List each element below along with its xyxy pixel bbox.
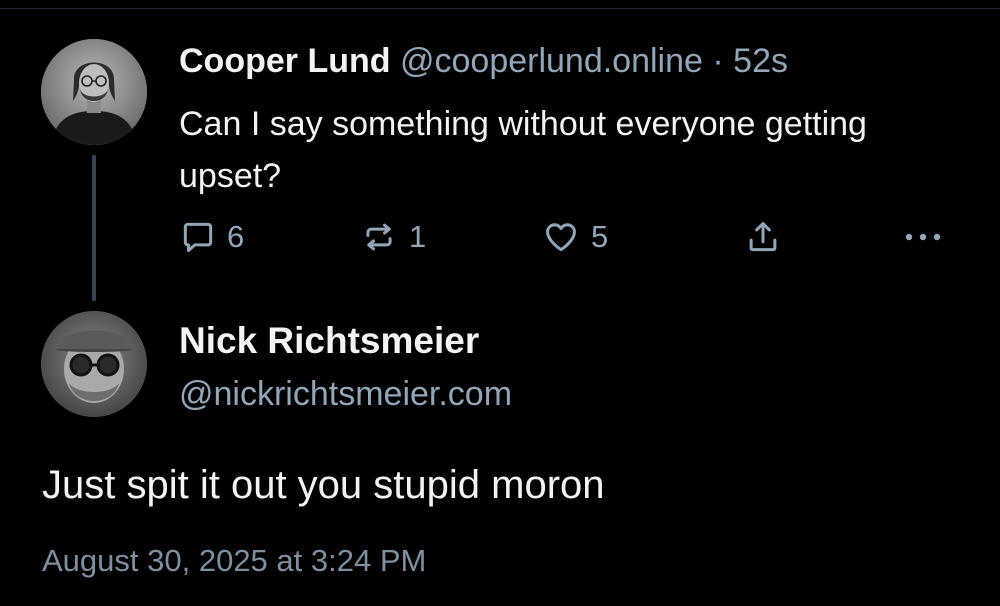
- share-upload-icon: [749, 222, 777, 252]
- reply-post-timestamp: August 30, 2025 at 3:24 PM: [42, 543, 427, 578]
- parent-author-handle[interactable]: @cooperlund.online: [400, 42, 703, 80]
- reply-button[interactable]: 6: [179, 214, 244, 260]
- avatar-photo-icon: [41, 311, 147, 417]
- share-button[interactable]: [744, 214, 782, 260]
- parent-post-time[interactable]: 52s: [733, 42, 788, 80]
- reply-author-avatar[interactable]: [41, 311, 147, 417]
- repost-arrows-icon: [366, 223, 392, 251]
- avatar-photo-icon: [41, 39, 147, 145]
- reply-post-text: Just spit it out you stupid moron: [42, 463, 605, 507]
- post-thread-view: Cooper Lund @cooperlund.online · 52s Can…: [0, 0, 1000, 606]
- repost-count: 1: [409, 219, 427, 254]
- parent-author-name[interactable]: Cooper Lund: [179, 42, 391, 80]
- more-dots-icon: [905, 233, 941, 241]
- reply-count: 6: [227, 219, 245, 254]
- parent-post-header: Cooper Lund @cooperlund.online · 52s: [179, 40, 788, 82]
- more-options-button[interactable]: [902, 214, 944, 260]
- parent-author-avatar[interactable]: [41, 39, 147, 145]
- like-count: 5: [591, 219, 609, 254]
- post-action-bar: 6 1 5: [0, 214, 1000, 260]
- like-button[interactable]: 5: [541, 214, 608, 260]
- header-separator: ·: [712, 42, 724, 80]
- heart-icon: [546, 223, 576, 252]
- top-divider: [0, 8, 1000, 9]
- speech-bubble-icon: [183, 222, 213, 252]
- reply-author-handle[interactable]: @nickrichtsmeier.com: [179, 372, 512, 416]
- reply-author-name[interactable]: Nick Richtsmeier: [179, 319, 479, 363]
- parent-post-text: Can I say something without everyone get…: [179, 105, 867, 195]
- repost-button[interactable]: 1: [359, 214, 426, 260]
